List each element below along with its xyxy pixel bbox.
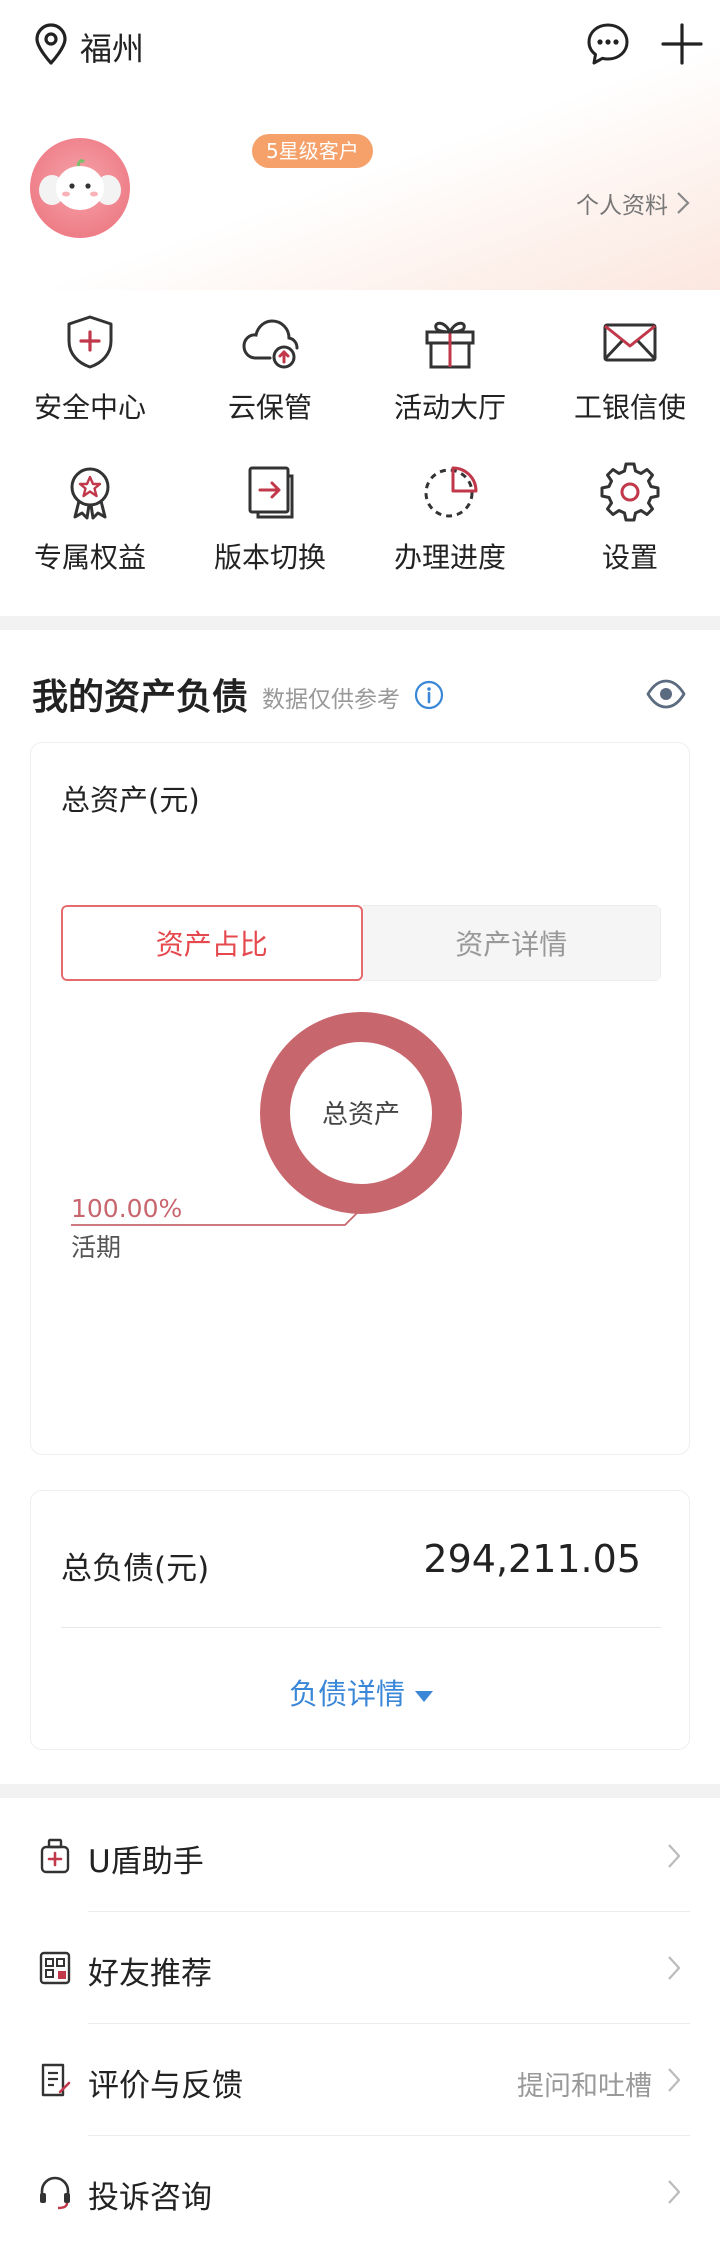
message-bubble-icon[interactable] [584, 20, 632, 68]
award-ribbon-icon [70, 467, 110, 520]
quick-action-settings[interactable]: 设置 [540, 462, 720, 584]
plus-icon[interactable] [660, 22, 704, 66]
liabilities-card: 总负债(元) 294,211.05 负债详情 [30, 1490, 690, 1750]
quick-action-activity-hall[interactable]: 活动大厅 [360, 312, 540, 434]
list-item-label: 评价与反馈 [88, 2068, 243, 2104]
chevron-right-icon [668, 2068, 681, 2092]
avatar[interactable] [30, 138, 130, 238]
section-separator [0, 616, 720, 630]
gift-icon [425, 321, 475, 369]
quick-action-label: 设置 [601, 541, 658, 574]
list-item-feedback[interactable]: 评价与反馈 提问和吐槽 [0, 2024, 720, 2136]
quick-action-label: 版本切换 [213, 541, 326, 574]
eye-icon[interactable] [646, 678, 686, 710]
list-item-extra: 提问和吐槽 [517, 2071, 652, 2102]
feedback-doc-icon [41, 2063, 71, 2097]
switch-version-icon [248, 466, 294, 519]
envelope-icon [603, 323, 657, 362]
usb-shield-icon [40, 1838, 70, 1874]
donut-center-label: 总资产 [322, 1100, 400, 1130]
chevron-right-icon [668, 1956, 681, 1980]
qr-share-icon [39, 1951, 71, 1985]
section-separator [0, 1784, 720, 1798]
quick-action-exclusive-rights[interactable]: 专属权益 [0, 462, 180, 584]
triangle-down-icon [415, 1690, 433, 1702]
customer-level-badge: 5星级客户 [252, 134, 373, 168]
elephant-mascot-icon [39, 159, 121, 210]
divider [61, 1627, 661, 1628]
total-liabilities-label: 总负债(元) [61, 1551, 210, 1587]
donut-leader-dot [357, 1205, 365, 1213]
list-item-label: 投诉咨询 [88, 2180, 212, 2216]
segment-percent-label: 100.00% [71, 1194, 182, 1223]
headset-icon [40, 2176, 70, 2210]
quick-action-messenger[interactable]: 工银信使 [540, 312, 720, 434]
list-item-ukey-assistant[interactable]: U盾助手 [0, 1800, 720, 1912]
quick-action-cloud-storage[interactable]: 云保管 [180, 312, 360, 434]
quick-action-label: 工银信使 [573, 391, 686, 424]
location-pin-icon[interactable] [32, 22, 70, 66]
profile-link[interactable]: 个人资料 [576, 186, 690, 220]
quick-actions-grid: 安全中心 云保管 活动大厅 工银信使 专属权益 版本切换 办理进度 设置 [0, 312, 720, 584]
top-bar: 福州 [0, 0, 720, 96]
pie-progress-icon [424, 466, 478, 518]
location-city[interactable]: 福州 [80, 24, 144, 70]
cloud-upload-icon [242, 319, 299, 369]
chevron-right-icon [668, 1844, 681, 1868]
chevron-right-icon [677, 192, 690, 214]
assets-section-title: 我的资产负债 [32, 677, 249, 718]
quick-action-label: 活动大厅 [393, 391, 506, 424]
asset-donut-chart: 总资产 100.00% 活期 [71, 1012, 462, 1262]
quick-action-progress[interactable]: 办理进度 [360, 462, 540, 584]
shield-plus-icon [67, 315, 113, 369]
list-item-complaints[interactable]: 投诉咨询 [0, 2136, 720, 2243]
service-list: U盾助手 好友推荐 评价与反馈 提问和吐槽 投诉咨询 [0, 1800, 720, 2243]
segment-name-label: 活期 [71, 1233, 121, 1262]
list-item-label: 好友推荐 [88, 1956, 212, 1992]
liabilities-detail-toggle[interactable]: 负债详情 [31, 1671, 691, 1713]
assets-section-subtitle: 数据仅供参考 [262, 687, 400, 713]
gear-icon [600, 462, 660, 522]
quick-action-label: 办理进度 [393, 541, 506, 574]
quick-action-version-switch[interactable]: 版本切换 [180, 462, 360, 584]
list-item-friend-referral[interactable]: 好友推荐 [0, 1912, 720, 2024]
profile-link-label: 个人资料 [576, 193, 668, 219]
quick-action-label: 专属权益 [33, 541, 146, 574]
chevron-right-icon [668, 2180, 681, 2204]
quick-action-security-center[interactable]: 安全中心 [0, 312, 180, 434]
total-liabilities-value: 294,211.05 [423, 1537, 641, 1581]
quick-action-label: 安全中心 [33, 391, 146, 424]
liabilities-detail-label: 负债详情 [288, 1677, 405, 1711]
info-icon[interactable] [414, 680, 444, 710]
total-assets-card: 总资产(元) 资产占比 资产详情 总资产 100.00% 活期 [30, 742, 690, 1455]
list-item-label: U盾助手 [88, 1844, 204, 1880]
quick-action-label: 云保管 [227, 391, 312, 424]
